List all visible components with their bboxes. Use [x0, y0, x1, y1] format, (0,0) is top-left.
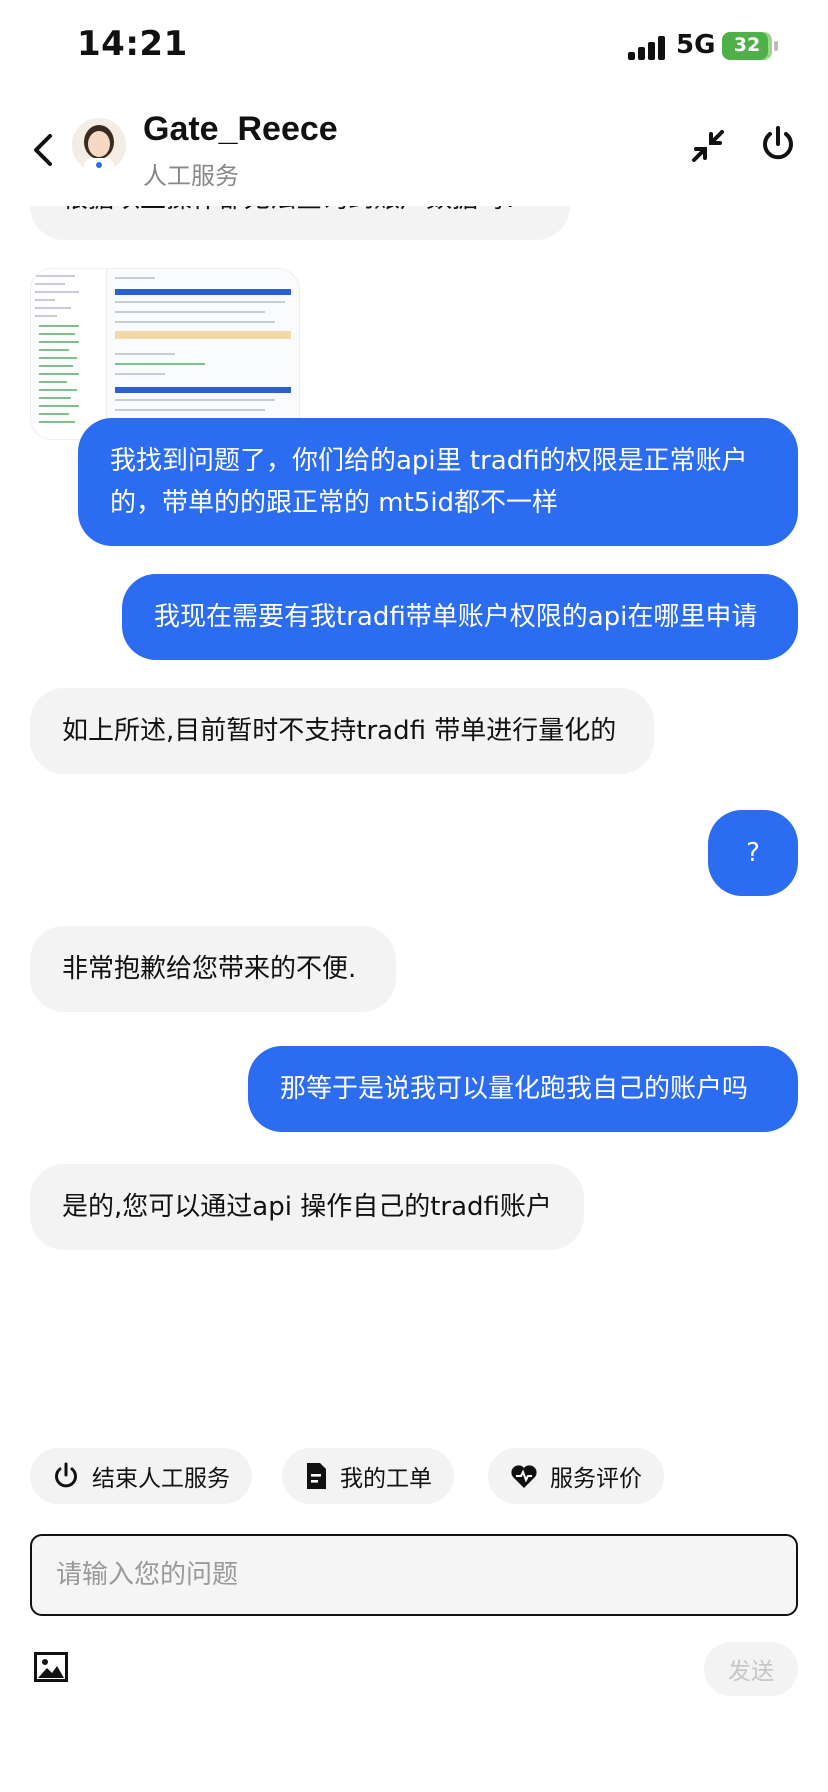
message-text: 非常抱歉给您带来的不便.	[62, 954, 357, 984]
back-icon[interactable]	[28, 128, 58, 172]
image-icon[interactable]	[34, 1652, 68, 1682]
battery-icon: 32	[722, 32, 778, 60]
message-input[interactable]	[56, 1536, 776, 1614]
network-label: 5G	[676, 30, 716, 60]
message-text: 是的,您可以通过api 操作自己的tradfi账户	[62, 1192, 552, 1222]
message-text: 我现在需要有我tradfi带单账户权限的api在哪里申请	[154, 602, 758, 632]
agent-message: 非常抱歉给您带来的不便.	[30, 926, 396, 1012]
my-tickets-button[interactable]: 我的工单	[282, 1448, 454, 1504]
user-message: 我现在需要有我tradfi带单账户权限的api在哪里申请	[122, 574, 798, 660]
rate-service-button[interactable]: 服务评价	[488, 1448, 664, 1504]
agent-name: Gate_Reece	[143, 110, 338, 148]
end-service-label: 结束人工服务	[92, 1466, 230, 1492]
my-tickets-label: 我的工单	[340, 1466, 432, 1492]
message-line: 的，带单的的跟正常的 mt5id都不一样	[110, 488, 559, 518]
signal-icon	[628, 36, 668, 60]
status-time: 14:21	[77, 24, 188, 64]
document-icon	[307, 1463, 326, 1489]
message-text: 那等于是说我可以量化跑我自己的账户吗	[280, 1074, 749, 1104]
agent-message: 如上所述,目前暂时不支持tradfi 带单进行量化的	[30, 688, 654, 774]
message-text: 如上所述,目前暂时不支持tradfi 带单进行量化的	[62, 716, 617, 746]
user-message: ?	[708, 810, 798, 896]
rate-service-label: 服务评价	[550, 1466, 642, 1492]
battery-level: 32	[733, 34, 761, 56]
chat-area[interactable]: 根据以上操作都无法查询到账户数据吗?	[0, 156, 828, 1396]
minimize-icon[interactable]	[690, 128, 726, 164]
quick-actions: 结束人工服务 我的工单 服务评价	[0, 1448, 828, 1504]
message-text: ?	[746, 838, 760, 868]
user-message: 那等于是说我可以量化跑我自己的账户吗	[248, 1046, 798, 1132]
power-icon[interactable]	[758, 124, 798, 164]
image-attachment[interactable]	[30, 268, 300, 440]
chat-header: Gate_Reece 人工服务	[0, 96, 828, 206]
user-message: 我找到问题了，你们给的api里 tradfi的权限是正常账户 的，带单的的跟正常…	[78, 418, 798, 546]
message-input-box[interactable]	[30, 1534, 798, 1616]
end-service-button[interactable]: 结束人工服务	[30, 1448, 252, 1504]
heart-icon	[511, 1465, 537, 1488]
message-line: 我找到问题了，你们给的api里 tradfi的权限是正常账户	[110, 446, 748, 476]
agent-avatar	[72, 118, 126, 172]
send-button[interactable]: 发送	[704, 1642, 798, 1696]
agent-message: 是的,您可以通过api 操作自己的tradfi账户	[30, 1164, 584, 1250]
agent-status: 人工服务	[143, 162, 239, 190]
status-bar: 14:21 5G 32	[0, 0, 828, 96]
power-icon	[55, 1462, 77, 1488]
